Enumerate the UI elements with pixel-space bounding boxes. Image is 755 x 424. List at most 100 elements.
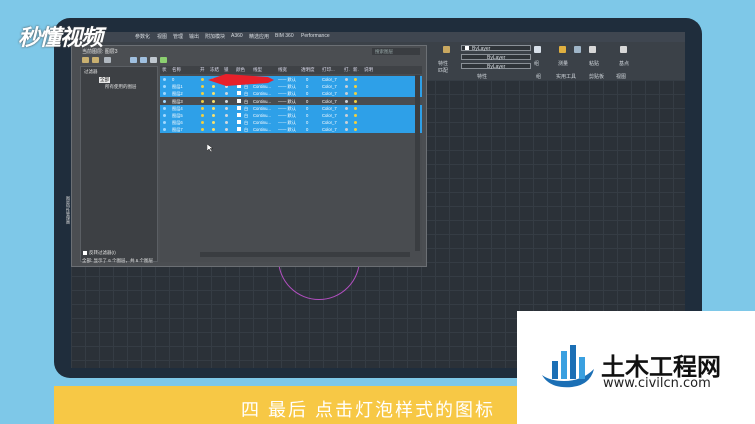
filter-all[interactable]: 全部 xyxy=(99,77,110,83)
col-plot-style[interactable]: 打印... xyxy=(322,67,335,73)
vp-freeze-icon[interactable] xyxy=(354,85,357,89)
tab-performance[interactable]: Performance xyxy=(301,33,330,39)
col-name[interactable]: 名称 xyxy=(172,67,181,73)
freeze-sun-icon[interactable] xyxy=(212,106,215,110)
new-layer-frozen-icon[interactable] xyxy=(140,57,147,63)
invert-filter-checkbox[interactable]: 反转过滤器(I) xyxy=(83,250,116,256)
layer-states-icon[interactable] xyxy=(104,57,111,63)
calculator-icon[interactable] xyxy=(574,46,581,53)
plot-printer-icon[interactable] xyxy=(345,99,348,103)
col-transparency[interactable]: 透明度 xyxy=(301,67,315,73)
palette-side-tab[interactable]: 图层特性管理器 xyxy=(65,196,71,242)
tab-view[interactable]: 视图 xyxy=(157,33,167,40)
vp-freeze-icon[interactable] xyxy=(354,121,357,125)
lock-icon[interactable] xyxy=(225,114,228,117)
plot-printer-icon[interactable] xyxy=(345,92,348,96)
base-point-icon[interactable] xyxy=(620,46,627,53)
freeze-sun-icon[interactable] xyxy=(212,128,215,132)
group-icon[interactable] xyxy=(534,46,541,53)
new-layer-icon[interactable] xyxy=(130,57,137,63)
vp-freeze-icon[interactable] xyxy=(354,99,357,103)
color-swatch-icon[interactable] xyxy=(237,105,241,110)
layer-row[interactable]: 图层6 白 Continu... —— 默认 0 Color_7 xyxy=(160,119,422,127)
lineweight-dropdown[interactable]: ByLayer xyxy=(461,63,531,70)
col-status[interactable]: 状 xyxy=(162,67,167,73)
lock-icon[interactable] xyxy=(225,99,228,103)
vp-freeze-icon[interactable] xyxy=(354,92,357,96)
col-plot[interactable]: 打. xyxy=(344,67,350,73)
layer-name: 0 xyxy=(172,77,175,82)
filter-used-layers[interactable]: 所有使用的图层 xyxy=(105,84,137,90)
tab-featured-apps[interactable]: 精选应用 xyxy=(249,33,269,40)
vp-freeze-icon[interactable] xyxy=(354,128,357,132)
tab-a360[interactable]: A360 xyxy=(231,33,243,39)
logo-bar-1 xyxy=(552,361,558,379)
new-group-filter-icon[interactable] xyxy=(92,57,99,63)
col-on[interactable]: 开 xyxy=(200,67,205,73)
plot-printer-icon[interactable] xyxy=(345,114,348,117)
delete-layer-icon[interactable] xyxy=(150,57,157,63)
tab-bim360[interactable]: BIM 360 xyxy=(275,33,294,39)
bulb-icon[interactable] xyxy=(201,78,204,81)
layer-row[interactable]: 图层7 白 Continu... —— 默认 0 Color_7 xyxy=(160,126,422,134)
vertical-scrollbar[interactable] xyxy=(415,75,420,251)
color-swatch-icon[interactable] xyxy=(237,127,241,132)
layer-row[interactable]: 0白Continu...—— 默认0Color_7 xyxy=(160,76,422,83)
match-properties-icon[interactable] xyxy=(443,46,450,53)
plot-printer-icon[interactable] xyxy=(345,85,348,89)
paste-icon[interactable] xyxy=(589,46,596,53)
layer-row[interactable]: 图层1 白 Continu... —— 默认 0 Color_7 xyxy=(160,83,422,91)
freeze-sun-icon[interactable] xyxy=(212,92,215,96)
col-description[interactable]: 说明 xyxy=(364,67,373,73)
bulb-icon[interactable] xyxy=(201,128,204,132)
layer-row[interactable]: 图层4 白 Continu... —— 默认 0 Color_7 xyxy=(160,104,422,112)
set-current-icon[interactable] xyxy=(160,57,167,63)
measure-icon[interactable] xyxy=(559,46,566,53)
col-lineweight[interactable]: 线宽 xyxy=(278,67,287,73)
bulb-icon[interactable] xyxy=(201,92,204,96)
bulb-icon[interactable] xyxy=(201,114,204,117)
bulb-icon[interactable] xyxy=(201,85,204,89)
layer-table-header: 状 名称 开 冻结 锁 颜色 线型 线宽 透明度 打印... 打. 新. 说明 xyxy=(160,66,422,74)
freeze-sun-icon[interactable] xyxy=(212,99,215,103)
layer-row[interactable]: 图层3 白 Continu... —— 默认 0 Color_7 xyxy=(160,98,422,105)
plot-printer-icon[interactable] xyxy=(345,121,348,125)
color-swatch-icon[interactable] xyxy=(237,91,241,96)
layer-status-icon xyxy=(163,114,166,117)
lock-icon[interactable] xyxy=(225,128,228,132)
new-property-filter-icon[interactable] xyxy=(82,57,89,63)
layer-row[interactable]: 图层5 白 Continu... —— 默认 0 Color_7 xyxy=(160,112,422,119)
linetype-dropdown[interactable]: ByLayer xyxy=(461,54,531,61)
tab-parametric[interactable]: 参数化 xyxy=(135,33,150,40)
tab-output[interactable]: 输出 xyxy=(189,33,199,40)
bulb-icon[interactable] xyxy=(201,106,204,110)
freeze-sun-icon[interactable] xyxy=(212,121,215,125)
horizontal-scrollbar[interactable] xyxy=(200,252,410,257)
lock-icon[interactable] xyxy=(225,106,228,110)
layer-row[interactable]: 图层2 白 Continu... —— 默认 0 Color_7 xyxy=(160,90,422,98)
color-swatch-icon[interactable] xyxy=(237,98,241,103)
vp-freeze-icon[interactable] xyxy=(354,78,357,81)
tab-manage[interactable]: 管理 xyxy=(173,33,183,40)
layer-lineweight: —— 默认 xyxy=(278,77,296,82)
lock-icon[interactable] xyxy=(225,121,228,125)
lock-icon[interactable] xyxy=(225,92,228,96)
plot-printer-icon[interactable] xyxy=(345,128,348,132)
bulb-icon[interactable] xyxy=(201,121,204,125)
col-new-vp-freeze[interactable]: 新. xyxy=(353,67,359,73)
color-swatch-icon[interactable] xyxy=(237,120,241,125)
layer-transparency: 0 xyxy=(306,127,309,133)
layer-search-input[interactable]: 搜索图层 xyxy=(372,48,420,55)
color-swatch-icon[interactable] xyxy=(237,113,241,117)
vp-freeze-icon[interactable] xyxy=(354,106,357,110)
freeze-sun-icon[interactable] xyxy=(212,114,215,117)
plot-printer-icon[interactable] xyxy=(345,106,348,110)
vp-freeze-icon[interactable] xyxy=(354,114,357,117)
layer-linetype: Continu... xyxy=(253,98,271,104)
watermark-badge: 土木工程网 www.civilcn.com xyxy=(517,311,755,424)
plot-printer-icon[interactable] xyxy=(345,78,348,81)
layer-status-icon xyxy=(163,128,166,132)
tab-addins[interactable]: 附加模块 xyxy=(205,33,225,40)
bulb-icon[interactable] xyxy=(201,99,204,103)
color-dropdown[interactable]: ByLayer xyxy=(461,45,531,52)
